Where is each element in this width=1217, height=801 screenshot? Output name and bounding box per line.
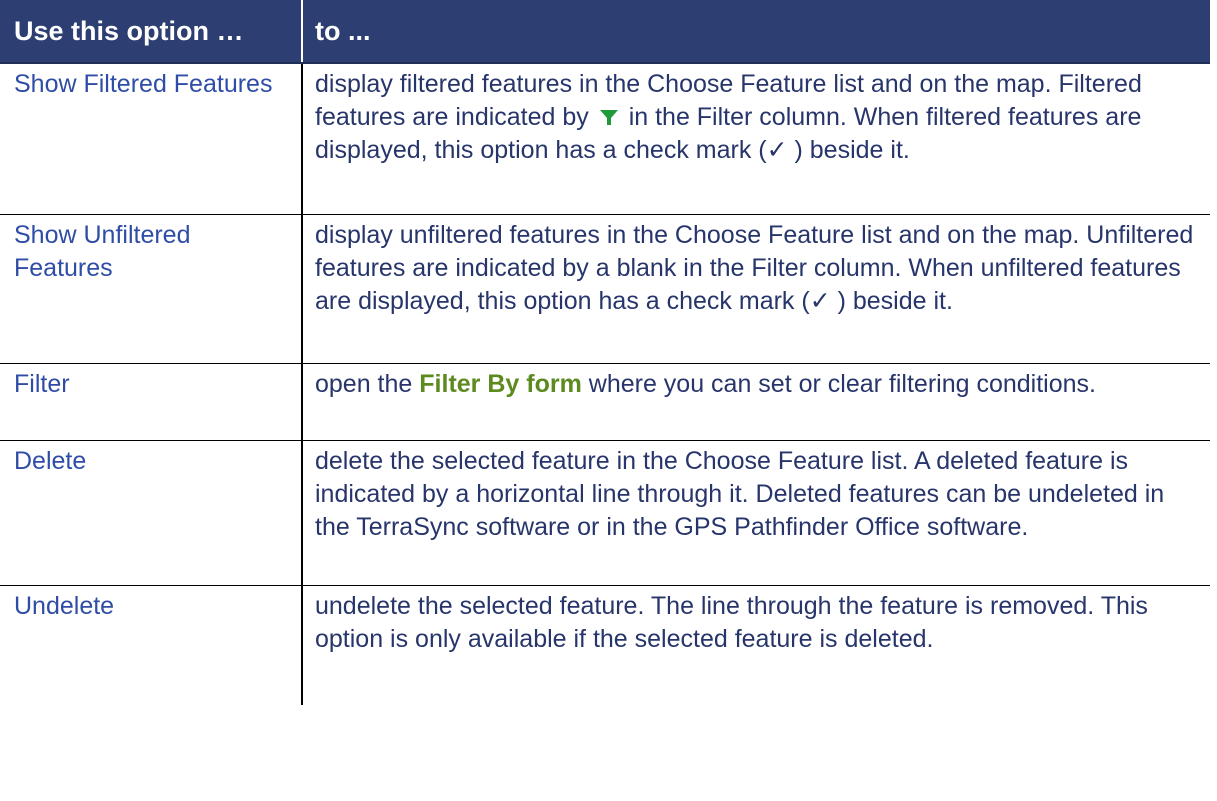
option-show-filtered-features: Show Filtered Features bbox=[0, 63, 302, 215]
table-row: Show Unfiltered Features display unfilte… bbox=[0, 214, 1210, 364]
option-undelete: Undelete bbox=[14, 592, 115, 620]
table-row: Undelete undelete the selected feature. … bbox=[0, 585, 1210, 705]
description-text: open the bbox=[315, 370, 413, 398]
description-filter: open the Filter By form where you can se… bbox=[301, 363, 1210, 441]
header-option: Use this option … bbox=[0, 0, 302, 64]
description-delete: delete the selected feature in the Choos… bbox=[301, 440, 1210, 586]
table-header-row: Use this option … to ... bbox=[0, 0, 1210, 64]
header-description: to ... bbox=[301, 0, 1210, 64]
filter-funnel-icon bbox=[599, 110, 618, 125]
filter-by-form-link[interactable]: Filter By form bbox=[419, 370, 582, 398]
option-delete: Delete bbox=[0, 440, 302, 586]
option-filter: Filter bbox=[0, 363, 302, 441]
description-undelete: undelete the selected feature. The line … bbox=[301, 585, 1210, 705]
table-row: Delete delete the selected feature in th… bbox=[0, 440, 1210, 586]
description-show-filtered-features: display filtered features in the Choose … bbox=[301, 63, 1210, 215]
option-show-unfiltered-features: Show Unfiltered Features bbox=[0, 214, 302, 364]
description-text: where you can set or clear filtering con… bbox=[588, 370, 1096, 398]
options-table: Use this option … to ... Show Filtered F… bbox=[0, 0, 1210, 705]
table-row: Filter open the Filter By form where you… bbox=[0, 363, 1210, 441]
description-show-unfiltered-features: display unfiltered features in the Choos… bbox=[301, 214, 1210, 364]
table-row: Show Filtered Features display filtered … bbox=[0, 63, 1210, 215]
